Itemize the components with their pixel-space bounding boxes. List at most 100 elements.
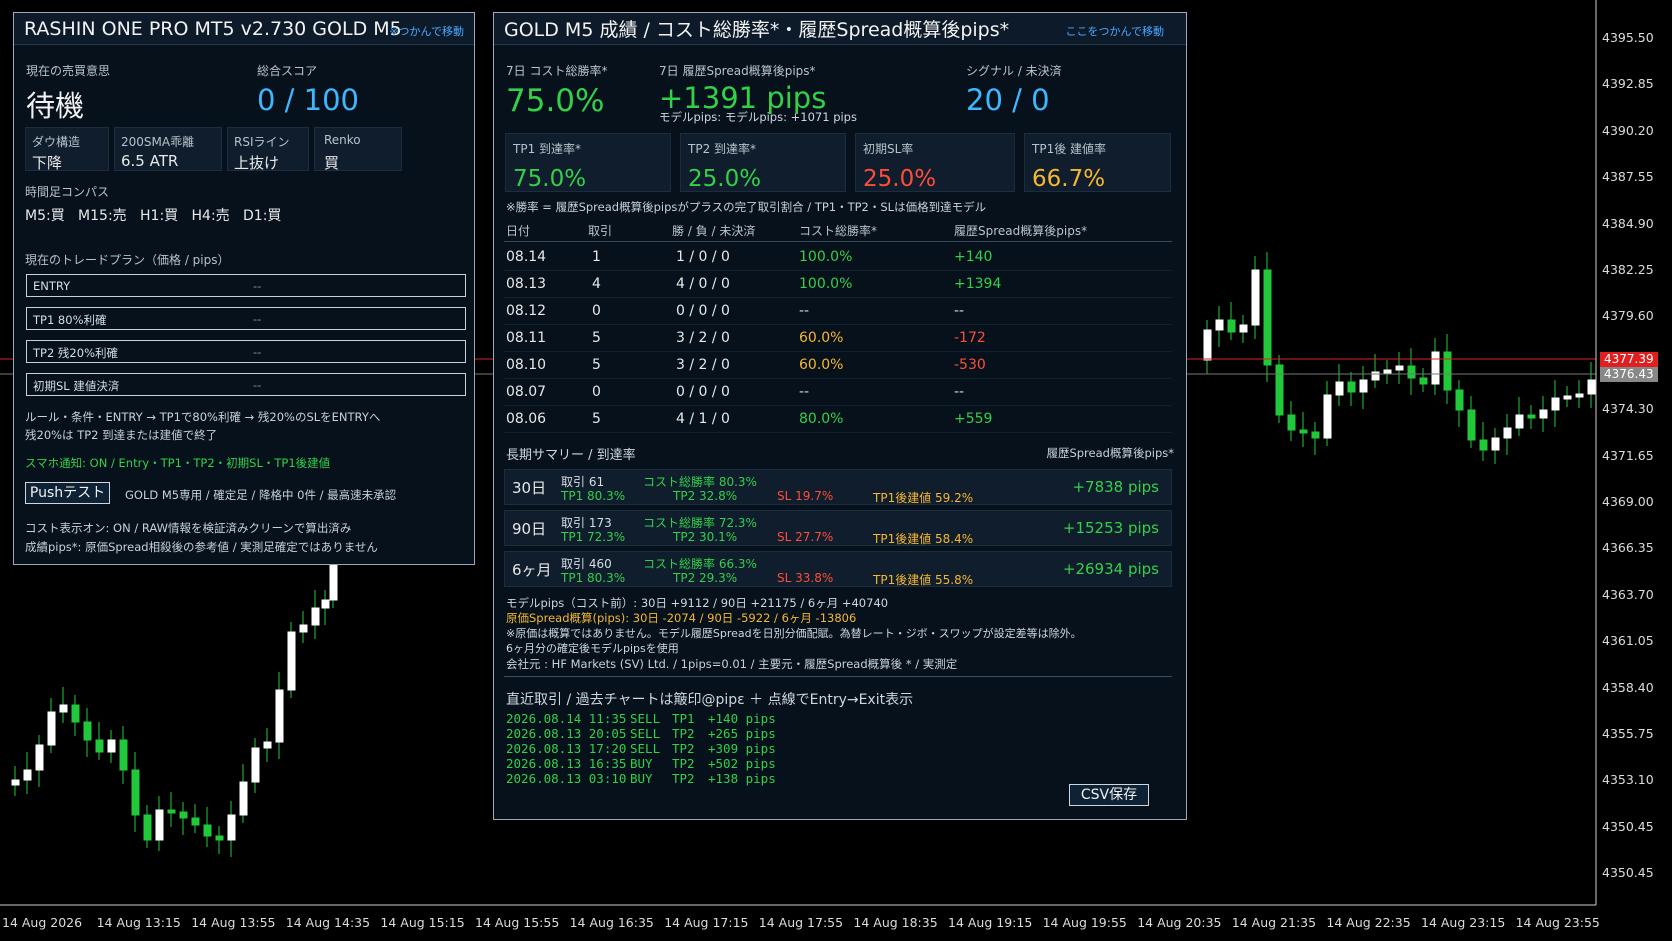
candle-body (143, 814, 152, 841)
rule-line-2: 残20%は TP2 到達または建値で終了 (25, 428, 218, 442)
recent-trade-row: 2026.08.14 11:35 SELL TP1 +140 pips (506, 711, 776, 726)
col-trades: 取引 (588, 224, 613, 238)
recent-trade-row: 2026.08.13 03:10 BUY TP2 +138 pips (506, 771, 776, 786)
time-label: 14 Aug 17:15 (664, 915, 749, 930)
signal-panel-title: RASHIN ONE PRO MT5 v2.730 GOLD M5 (24, 17, 402, 40)
signal-label: シグナル / 未決済 (966, 64, 1062, 78)
row-trades: 4 (592, 276, 601, 292)
price-label: 4395.50 (1602, 30, 1654, 45)
col-date: 日付 (506, 224, 531, 238)
sma-label: 200SMA乖離 (121, 135, 195, 149)
row-wl: 3 / 2 / 0 (676, 357, 730, 373)
trade-side: BUY (630, 771, 653, 786)
recent-trade-row: 2026.08.13 20:05 SELL TP2 +265 pips (506, 726, 776, 741)
candle-body (1395, 365, 1404, 371)
candle-body (1575, 393, 1584, 398)
summary-be: TP1後建値 58.4% (873, 532, 974, 546)
candle-body (71, 704, 80, 723)
drag-hint: ※つかんで移動 (389, 25, 464, 38)
row-trades: 1 (592, 249, 601, 265)
price-label: 4371.65 (1602, 447, 1654, 463)
summary-trades: 取引 460 (561, 557, 612, 571)
candle-body (287, 631, 296, 691)
row-pips: -- (954, 384, 965, 400)
price-label: 4369.00 (1602, 494, 1654, 509)
cost-disclaimer: ※原価は概算ではありません。モデル履歴Spreadを日別分価配賦。為替レート・ジ… (506, 627, 1082, 640)
sma-value: 6.5 ATR (121, 152, 179, 170)
row-pips: -172 (954, 330, 986, 346)
winrate-value: 75.0% (506, 83, 605, 119)
candle-body (239, 781, 248, 816)
row-trades: 0 (592, 384, 601, 400)
row-pips: +140 (954, 249, 993, 265)
trade-datetime: 2026.08.13 17:20 (506, 741, 627, 756)
candle-body (1407, 365, 1416, 379)
candle-body (227, 814, 236, 841)
candle-body (1515, 414, 1524, 429)
row-rate: 100.0% (799, 249, 853, 265)
time-label: 14 Aug 13:15 (96, 915, 181, 930)
tp2-rate-label: TP2 到達率* (688, 142, 757, 156)
csv-save-button[interactable]: CSV保存 (1069, 784, 1149, 806)
row-rate: -- (799, 303, 810, 319)
candle-body (59, 704, 68, 713)
plan-value: -- (253, 345, 262, 359)
dow-structure-box: ダウ構造 下降 (25, 127, 109, 172)
candle-body (47, 711, 56, 746)
recent-trade-row: 2026.08.13 17:20 SELL TP2 +309 pips (506, 741, 776, 756)
col-wl: 勝 / 負 / 未決済 (672, 224, 756, 238)
candle-body (1275, 364, 1284, 416)
row-rate: 100.0% (799, 276, 853, 292)
trade-datetime: 2026.08.14 11:35 (506, 711, 627, 726)
trade-datetime: 2026.08.13 16:35 (506, 756, 627, 771)
candle-body (95, 739, 104, 753)
summary-sl: SL 19.7% (777, 489, 834, 503)
candle-body (299, 624, 308, 633)
price-label: 4379.60 (1602, 308, 1654, 324)
tp1-rate-value: 75.0% (513, 166, 587, 192)
ask-price-tag: 4377.39 (1600, 352, 1658, 367)
candle-body (311, 607, 320, 626)
rsi-value: 上抜け (234, 154, 280, 172)
sma-deviation-box: 200SMA乖離 6.5 ATR (114, 127, 222, 171)
tp2-rate-box: TP2 到達率* 25.0% (680, 133, 846, 192)
trade-pips: +502 pips (708, 756, 776, 771)
candle-body (1251, 269, 1260, 326)
be-rate-value: 66.7% (1032, 166, 1106, 192)
time-label: 14 Aug 19:15 (948, 915, 1033, 930)
row-rate: 80.0% (799, 411, 844, 427)
plan-label: 現在のトレードプラン（価格 / pips） (25, 253, 230, 267)
price-label: 4384.90 (1602, 215, 1654, 231)
summary-label: 長期サマリー / 到達率 (506, 448, 636, 463)
performance-panel-titlebar[interactable]: GOLD M5 成績 / コスト総勝率*・履歴Spread概算後pips* ここ… (494, 13, 1186, 45)
summary-tp1: TP1 72.3% (561, 530, 626, 544)
col-rate: コスト総勝率* (799, 224, 878, 238)
notify-status: スマホ通知: ON / Entry・TP1・TP2・初期SL・TP1後建値 (25, 456, 331, 470)
candle-body (1455, 389, 1464, 411)
candle-body (1431, 351, 1440, 385)
summary-tp2: TP2 30.1% (673, 530, 738, 544)
intent-label: 現在の売買意思 (26, 64, 111, 78)
tp1-rate-box: TP1 到達率* 75.0% (505, 133, 671, 192)
row-pips: +1394 (954, 276, 1002, 292)
summary-row: 6ヶ月 取引 460 コスト総勝率 66.3% TP1 80.3% TP2 29.3% S… (504, 551, 1172, 587)
candle-body (329, 559, 338, 601)
candle-body (179, 811, 188, 819)
summary-pips: +26934 pips (1062, 560, 1159, 578)
summary-period: 6ヶ月 (512, 561, 552, 579)
score-label: 総合スコア (257, 64, 318, 78)
trade-target: TP2 (672, 741, 695, 756)
cost-line-2: 成績pips*: 原価Spread相殺後の参考値 / 実測足確定ではありません (25, 540, 378, 554)
model-pips-note: モデルpips: モデルpips: +1071 pips (659, 110, 857, 124)
signal-panel-titlebar[interactable]: RASHIN ONE PRO MT5 v2.730 GOLD M5 ※つかんで移… (14, 13, 474, 45)
price-label: 4390.20 (1602, 122, 1654, 138)
candle-body (107, 739, 116, 753)
performance-panel: GOLD M5 成績 / コスト総勝率*・履歴Spread概算後pips* ここ… (493, 12, 1187, 820)
broker-note: 会社元 : HF Markets (SV) Ltd. / 1pips=0.01 … (506, 657, 958, 671)
bid-price-tag: 4376.43 (1600, 367, 1658, 382)
price-label: 4366.35 (1602, 540, 1654, 556)
push-test-button[interactable]: Pushテスト (25, 482, 110, 504)
row-date: 08.11 (506, 330, 547, 346)
trade-side: SELL (630, 711, 661, 726)
recent-trades-label: 直近取引 / 過去チャートは簸印@pipε ＋ 点線でEntry→Exit表示 (506, 692, 914, 708)
